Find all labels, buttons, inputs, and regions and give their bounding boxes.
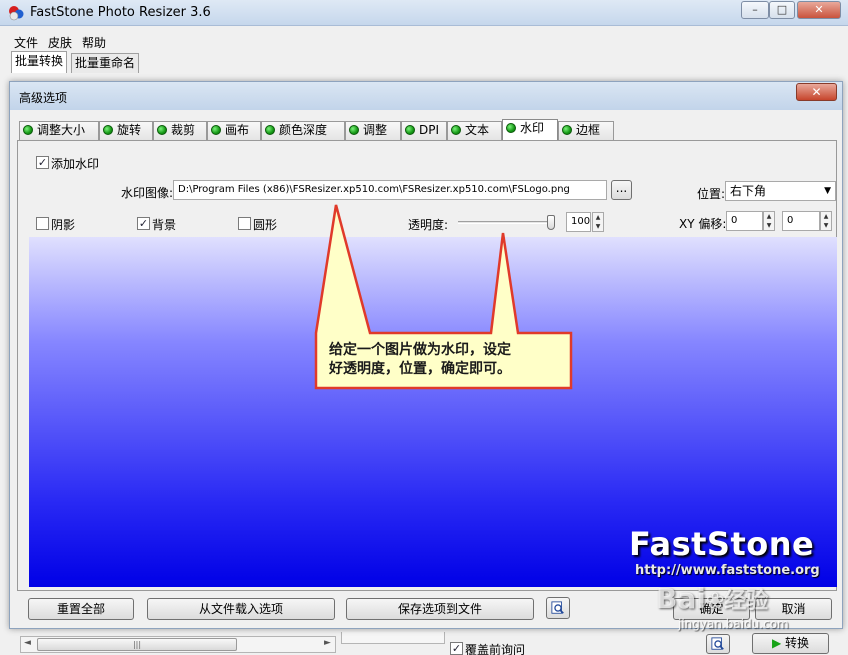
- tab-color-depth[interactable]: 颜色深度: [261, 121, 345, 140]
- maximize-button[interactable]: □: [769, 1, 795, 19]
- opacity-slider-thumb[interactable]: [547, 215, 555, 230]
- position-value: 右下角: [730, 184, 767, 198]
- callout-line-2: 好透明度，位置，确定即可。: [329, 361, 511, 377]
- tab-resize[interactable]: 调整大小: [19, 121, 99, 140]
- tab-label: 调整大小: [37, 123, 86, 137]
- close-button[interactable]: ✕: [797, 1, 841, 19]
- baidu-brand: Bai: [656, 582, 706, 615]
- y-offset-input[interactable]: 0: [782, 211, 820, 231]
- green-dot-icon: [103, 125, 113, 135]
- overwrite-checkbox[interactable]: ✓: [450, 642, 463, 655]
- green-dot-icon: [451, 125, 461, 135]
- tab-label: 调整: [363, 123, 388, 137]
- dialog-title: 高级选项: [19, 91, 68, 105]
- round-checkbox[interactable]: [238, 217, 251, 230]
- magnifier-icon: [711, 637, 724, 650]
- scroll-thumb[interactable]: |||: [37, 638, 237, 651]
- tab-label: 画布: [225, 123, 250, 137]
- save-options-button[interactable]: 保存选项到文件: [346, 598, 534, 620]
- preview-logo-text: FastStone: [629, 525, 815, 563]
- tab-dpi[interactable]: DPI: [401, 121, 447, 140]
- add-watermark-checkbox[interactable]: ✓: [36, 156, 49, 169]
- tab-label: 边框: [576, 123, 601, 137]
- green-dot-icon: [405, 125, 415, 135]
- baidu-watermark-logo: Bai❀经验: [656, 582, 768, 615]
- tab-watermark[interactable]: 水印: [502, 119, 558, 141]
- xy-offset-label: XY 偏移:: [679, 217, 727, 231]
- opacity-label: 透明度:: [408, 218, 449, 232]
- tab-batch-rename[interactable]: 批量重命名: [71, 53, 140, 73]
- x-offset-spinner[interactable]: ▲ ▼: [763, 211, 775, 231]
- tab-label: 文本: [465, 123, 490, 137]
- convert-button[interactable]: ▶ 转换: [752, 633, 829, 654]
- watermark-preview: FastStone http://www.faststone.org: [29, 237, 837, 587]
- tab-label: 旋转: [117, 123, 142, 137]
- baidu-brand-mark: 经验: [724, 589, 769, 614]
- dialog-titlebar: 高级选项 ✕: [10, 82, 842, 110]
- scroll-left-arrow-icon[interactable]: ◄: [24, 638, 31, 648]
- tab-batch-convert[interactable]: 批量转换: [11, 51, 68, 73]
- app-title: FastStone Photo Resizer 3.6: [30, 5, 211, 20]
- preview-button[interactable]: [706, 634, 730, 654]
- preview-logo-url: http://www.faststone.org: [635, 563, 820, 578]
- opacity-slider-track[interactable]: [458, 215, 555, 230]
- overwrite-label: 覆盖前询问: [465, 643, 526, 655]
- app-icon: [9, 6, 24, 21]
- position-label: 位置:: [697, 187, 726, 201]
- y-offset-spinner[interactable]: ▲ ▼: [820, 211, 832, 231]
- shadow-label: 阴影: [51, 218, 76, 232]
- tab-border[interactable]: 边框: [558, 121, 614, 140]
- green-dot-icon: [562, 125, 572, 135]
- reset-all-button[interactable]: 重置全部: [28, 598, 134, 620]
- tab-label: 水印: [520, 121, 545, 135]
- opacity-spinner[interactable]: ▲ ▼: [592, 212, 604, 232]
- load-options-button[interactable]: 从文件载入选项: [147, 598, 335, 620]
- callout-line-1: 给定一个图片做为水印，设定: [329, 342, 511, 358]
- dialog-close-button[interactable]: ✕: [796, 83, 837, 101]
- tab-label: 颜色深度: [279, 123, 328, 137]
- menu-file[interactable]: 文件: [14, 34, 38, 51]
- convert-label: 转换: [785, 636, 810, 650]
- menu-help[interactable]: 帮助: [82, 34, 106, 51]
- add-watermark-label: 添加水印: [51, 157, 100, 171]
- x-offset-input[interactable]: 0: [726, 211, 763, 231]
- menu-skin[interactable]: 皮肤: [48, 34, 72, 51]
- minimize-button[interactable]: –: [741, 1, 769, 19]
- scroll-right-arrow-icon[interactable]: ►: [324, 638, 331, 648]
- dropdown-arrow-icon: ▼: [824, 186, 831, 196]
- shadow-checkbox[interactable]: [36, 217, 49, 230]
- baidu-paw-icon: ❀: [705, 589, 725, 614]
- horizontal-scrollbar[interactable]: ◄ ||| ►: [20, 636, 336, 653]
- browse-button[interactable]: ...: [611, 180, 632, 200]
- background-checkbox[interactable]: ✓: [137, 217, 150, 230]
- app-titlebar: FastStone Photo Resizer 3.6 – □ ✕: [0, 0, 848, 26]
- menu-bar: 文件 皮肤 帮助: [0, 31, 848, 51]
- baidu-watermark-url: jingyan.baidu.com: [678, 617, 789, 631]
- opacity-input[interactable]: 100: [566, 212, 591, 232]
- tab-rotate[interactable]: 旋转: [99, 121, 153, 140]
- tab-canvas[interactable]: 画布: [207, 121, 261, 140]
- play-icon: ▶: [771, 636, 782, 650]
- progress-area: [341, 632, 445, 644]
- position-select[interactable]: 右下角 ▼: [725, 181, 836, 201]
- tab-label: 裁剪: [171, 123, 196, 137]
- background-label: 背景: [152, 218, 177, 232]
- green-dot-icon: [23, 125, 33, 135]
- tab-label: DPI: [419, 123, 440, 137]
- tab-adjust[interactable]: 调整: [345, 121, 401, 140]
- green-dot-icon: [349, 125, 359, 135]
- watermark-image-label: 水印图像:: [121, 186, 174, 200]
- green-dot-icon: [211, 125, 221, 135]
- magnifier-icon: [551, 601, 564, 614]
- watermark-image-path-input[interactable]: D:\Program Files (x86)\FSResizer.xp510.c…: [173, 180, 607, 200]
- green-dot-icon: [157, 125, 167, 135]
- round-label: 圆形: [253, 218, 278, 232]
- tab-text[interactable]: 文本: [447, 121, 502, 140]
- green-dot-icon: [265, 125, 275, 135]
- callout-text: 给定一个图片做为水印，设定 好透明度，位置，确定即可。: [329, 341, 511, 379]
- dialog-preview-button[interactable]: [546, 597, 570, 619]
- tab-crop[interactable]: 裁剪: [153, 121, 207, 140]
- green-dot-icon: [506, 123, 516, 133]
